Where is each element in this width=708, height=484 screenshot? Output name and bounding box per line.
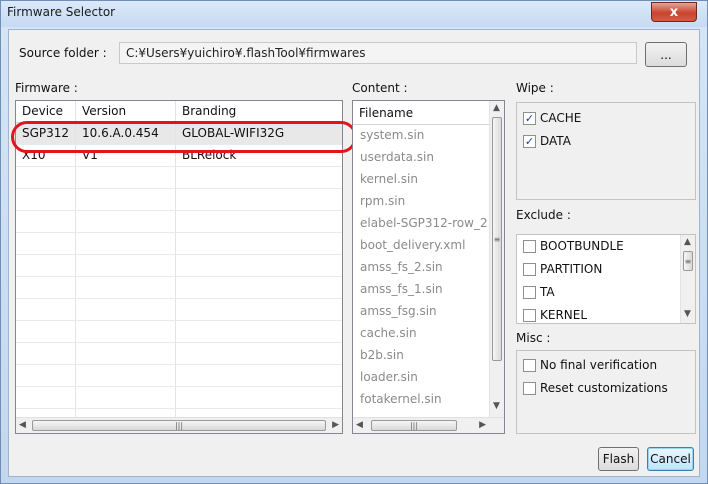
- list-item[interactable]: loader.sin: [353, 367, 491, 389]
- scroll-thumb[interactable]: ≡: [492, 117, 502, 361]
- list-item[interactable]: boot_delivery.xml: [353, 235, 491, 257]
- close-icon: x: [669, 4, 679, 20]
- checkbox-unchecked-icon[interactable]: [523, 262, 536, 276]
- firmware-label: Firmware :: [15, 81, 78, 95]
- content-horizontal-scrollbar[interactable]: ◀ ||| ▶: [353, 417, 504, 433]
- window-title: Firmware Selector: [7, 5, 116, 19]
- empty-row: [16, 277, 342, 299]
- empty-row: [16, 343, 342, 365]
- cell-version: 10.6.A.0.454: [76, 123, 176, 144]
- exclude-kernel-checkbox[interactable]: KERNEL: [523, 308, 587, 322]
- checkbox-unchecked-icon[interactable]: [523, 358, 536, 372]
- firmware-selector-window: Firmware Selector x Source folder : C:¥U…: [0, 0, 708, 484]
- close-button[interactable]: x: [651, 2, 697, 22]
- no-final-verification-checkbox[interactable]: No final verification: [523, 358, 657, 372]
- exclude-label: Exclude :: [516, 208, 571, 222]
- checkbox-label: CACHE: [540, 111, 582, 125]
- title-bar[interactable]: Firmware Selector x: [1, 1, 707, 27]
- scroll-thumb[interactable]: |||: [371, 420, 457, 431]
- grip-icon: ≡: [684, 257, 692, 266]
- empty-row: [16, 233, 342, 255]
- checkbox-unchecked-icon[interactable]: [523, 285, 536, 299]
- checkbox-label: PARTITION: [540, 262, 603, 276]
- empty-row: [16, 255, 342, 277]
- empty-row: [16, 299, 342, 321]
- dialog-body: Source folder : C:¥Users¥yuichiro¥.flash…: [8, 29, 700, 477]
- list-item[interactable]: amss_fs_1.sin: [353, 279, 491, 301]
- checkbox-label: BOOTBUNDLE: [540, 239, 624, 253]
- table-row[interactable]: SGP312 10.6.A.0.454 GLOBAL-WIFI32G: [16, 123, 342, 145]
- content-vertical-scrollbar[interactable]: ▲ ≡ ▼: [489, 101, 504, 417]
- firmware-horizontal-scrollbar[interactable]: ◀ ||| ▶: [16, 417, 342, 433]
- cell-branding: GLOBAL-WIFI32G: [182, 126, 285, 140]
- empty-row: [16, 189, 342, 211]
- column-header-device[interactable]: Device: [16, 101, 76, 122]
- scroll-left-icon[interactable]: ◀: [19, 420, 26, 430]
- column-header-branding[interactable]: Branding: [176, 101, 342, 122]
- scroll-thumb[interactable]: ≡: [683, 251, 693, 271]
- grip-icon: ≡: [493, 235, 501, 244]
- cell-device: X10: [16, 145, 76, 166]
- scroll-right-icon[interactable]: ▶: [479, 420, 486, 430]
- checkbox-label: KERNEL: [540, 308, 588, 322]
- list-item[interactable]: amss_fsg.sin: [353, 301, 491, 323]
- scroll-thumb[interactable]: |||: [32, 420, 326, 431]
- firmware-table-header: Device Version Branding: [16, 101, 342, 123]
- scroll-down-icon[interactable]: ▼: [493, 401, 500, 411]
- scroll-up-icon[interactable]: ▲: [684, 237, 691, 247]
- scroll-up-icon[interactable]: ▲: [493, 103, 500, 113]
- flash-button[interactable]: Flash: [598, 447, 639, 471]
- checkbox-checked-icon[interactable]: ✓: [523, 134, 536, 148]
- checkbox-unchecked-icon[interactable]: [523, 381, 536, 395]
- list-item[interactable]: rpm.sin: [353, 191, 491, 213]
- list-item[interactable]: userdata.sin: [353, 147, 491, 169]
- checkbox-checked-icon[interactable]: ✓: [523, 111, 536, 125]
- checkbox-label: Reset customizations: [540, 381, 668, 395]
- wipe-label: Wipe :: [516, 81, 554, 95]
- empty-row: [16, 167, 342, 189]
- scroll-right-icon[interactable]: ▶: [332, 420, 339, 430]
- cancel-button[interactable]: Cancel: [647, 447, 694, 471]
- checkbox-label: DATA: [540, 134, 571, 148]
- checkbox-unchecked-icon[interactable]: [523, 239, 536, 253]
- list-item[interactable]: b2b.sin: [353, 345, 491, 367]
- empty-row: [16, 387, 342, 409]
- cell-device: SGP312: [16, 123, 76, 144]
- firmware-table: Device Version Branding SGP312 10.6.A.0.…: [15, 100, 343, 434]
- content-label: Content :: [352, 81, 408, 95]
- cell-version: V1: [76, 145, 176, 166]
- checkbox-unchecked-icon[interactable]: [523, 308, 536, 322]
- checkbox-label: TA: [540, 285, 555, 299]
- empty-row: [16, 365, 342, 387]
- list-item[interactable]: cache.sin: [353, 323, 491, 345]
- scroll-down-icon[interactable]: ▼: [684, 309, 691, 319]
- list-item[interactable]: fotakernel.sin: [353, 389, 491, 411]
- wipe-cache-checkbox[interactable]: ✓ CACHE: [523, 111, 581, 125]
- scroll-left-icon[interactable]: ◀: [356, 420, 363, 430]
- wipe-data-checkbox[interactable]: ✓ DATA: [523, 134, 571, 148]
- table-row[interactable]: X10 V1 BLRelock: [16, 145, 342, 167]
- content-list: Filename system.sin userdata.sin kernel.…: [352, 100, 505, 434]
- grip-icon: |||: [409, 421, 419, 430]
- empty-row: [16, 211, 342, 233]
- empty-row: [16, 321, 342, 343]
- grip-icon: |||: [174, 421, 184, 430]
- exclude-ta-checkbox[interactable]: TA: [523, 285, 555, 299]
- column-header-filename[interactable]: Filename: [353, 101, 491, 125]
- exclude-vertical-scrollbar[interactable]: ▲ ≡ ▼: [680, 235, 695, 323]
- misc-label: Misc :: [516, 331, 551, 345]
- list-item[interactable]: amss_fs_2.sin: [353, 257, 491, 279]
- column-header-version[interactable]: Version: [76, 101, 176, 122]
- source-folder-field[interactable]: C:¥Users¥yuichiro¥.flashTool¥firmwares: [119, 42, 637, 64]
- source-folder-label: Source folder :: [19, 46, 107, 60]
- list-item[interactable]: kernel.sin: [353, 169, 491, 191]
- list-item[interactable]: system.sin: [353, 125, 491, 147]
- reset-customizations-checkbox[interactable]: Reset customizations: [523, 381, 668, 395]
- cell-branding: BLRelock: [182, 148, 237, 162]
- browse-button[interactable]: ...: [645, 42, 687, 67]
- checkbox-label: No final verification: [540, 358, 658, 372]
- list-item[interactable]: elabel-SGP312-row_2...: [353, 213, 491, 235]
- exclude-partition-checkbox[interactable]: PARTITION: [523, 262, 602, 276]
- exclude-bootbundle-checkbox[interactable]: BOOTBUNDLE: [523, 239, 624, 253]
